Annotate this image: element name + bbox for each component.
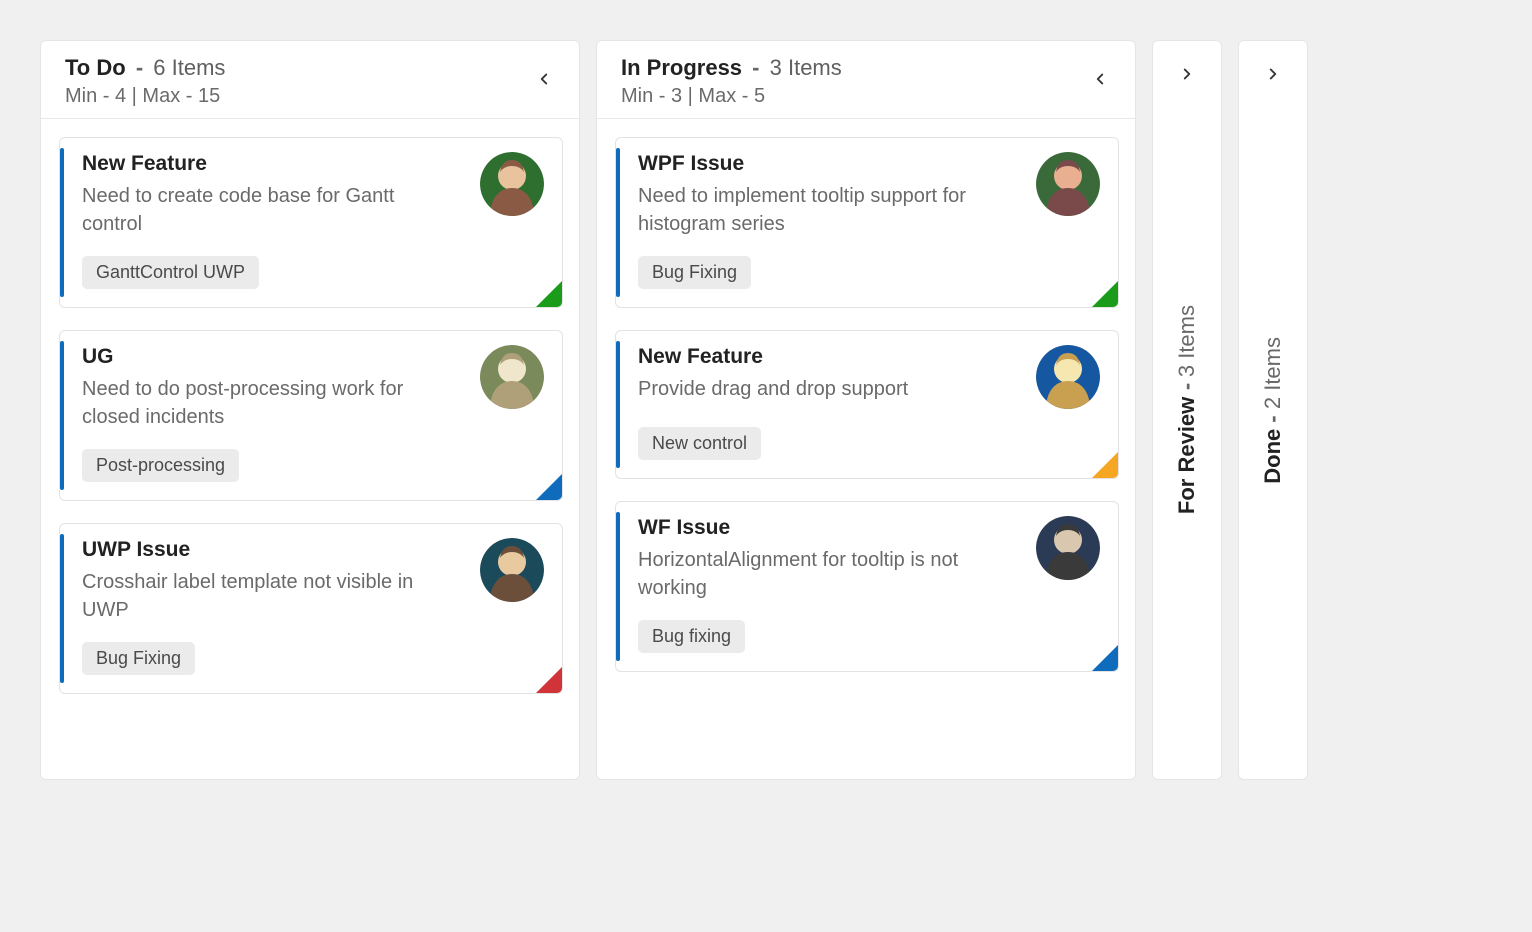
card-tag-row: Post-processing	[82, 449, 544, 482]
card-description: Provide drag and drop support	[638, 375, 908, 403]
column-todo: To Do - 6 Items Min - 4 | Max - 15 New F…	[40, 40, 580, 780]
chevron-right-icon	[1264, 65, 1282, 88]
card-title: New Feature	[638, 345, 908, 369]
kanban-card[interactable]: New Feature Need to create code base for …	[59, 137, 563, 308]
card-title: UG	[82, 345, 442, 369]
assignee-avatar[interactable]	[1036, 152, 1100, 216]
card-title: New Feature	[82, 152, 442, 176]
card-text: New Feature Provide drag and drop support	[638, 345, 908, 403]
column-title-sep: -	[136, 55, 143, 80]
kanban-card[interactable]: WF Issue HorizontalAlignment for tooltip …	[615, 501, 1119, 672]
card-text: WF Issue HorizontalAlignment for tooltip …	[638, 516, 998, 602]
column-for-review-collapsed: For Review - 3 Items	[1152, 40, 1222, 780]
chevron-left-icon	[1091, 70, 1109, 93]
assignee-avatar[interactable]	[480, 152, 544, 216]
kanban-card[interactable]: New Feature Provide drag and drop support…	[615, 330, 1119, 479]
expand-button[interactable]	[1256, 59, 1290, 93]
kanban-card[interactable]: UWP Issue Crosshair label template not vi…	[59, 523, 563, 694]
card-description: Need to create code base for Gantt contr…	[82, 182, 442, 238]
column-title-sep: -	[1174, 384, 1199, 391]
card-tag[interactable]: Bug Fixing	[82, 642, 195, 675]
column-title-wrap: In Progress - 3 Items Min - 3 | Max - 5	[621, 55, 842, 108]
card-description: Crosshair label template not visible in …	[82, 568, 442, 624]
card-text: UWP Issue Crosshair label template not vi…	[82, 538, 442, 624]
column-title-sep: -	[752, 55, 759, 80]
expand-button[interactable]	[1170, 59, 1204, 93]
card-tag[interactable]: Post-processing	[82, 449, 239, 482]
column-title-line: To Do - 6 Items	[65, 55, 225, 81]
card-list-todo[interactable]: New Feature Need to create code base for …	[41, 119, 579, 779]
card-head: WPF Issue Need to implement tooltip suppo…	[638, 152, 1100, 238]
card-text: WPF Issue Need to implement tooltip suppo…	[638, 152, 998, 238]
priority-corner-icon	[1092, 281, 1118, 307]
column-title: For Review	[1174, 397, 1199, 514]
card-title: WPF Issue	[638, 152, 998, 176]
column-title-sep: -	[1260, 415, 1285, 422]
column-count: 6 Items	[153, 55, 225, 80]
collapse-button[interactable]	[1083, 65, 1117, 99]
card-head: New Feature Need to create code base for …	[82, 152, 544, 238]
card-tag[interactable]: Bug fixing	[638, 620, 745, 653]
collapsed-column-label: For Review - 3 Items	[1174, 305, 1200, 514]
column-title: To Do	[65, 55, 126, 80]
card-tag[interactable]: Bug Fixing	[638, 256, 751, 289]
card-tag-row: Bug Fixing	[82, 642, 544, 675]
kanban-card[interactable]: UG Need to do post-processing work for cl…	[59, 330, 563, 501]
column-limits: Min - 3 | Max - 5	[621, 85, 842, 108]
priority-corner-icon	[1092, 645, 1118, 671]
priority-corner-icon	[1092, 452, 1118, 478]
card-tag[interactable]: New control	[638, 427, 761, 460]
card-tag-row: Bug Fixing	[638, 256, 1100, 289]
column-in-progress: In Progress - 3 Items Min - 3 | Max - 5 …	[596, 40, 1136, 780]
chevron-left-icon	[535, 70, 553, 93]
collapse-button[interactable]	[527, 65, 561, 99]
column-count: 3 Items	[1174, 305, 1199, 377]
card-tag-row: GanttControl UWP	[82, 256, 544, 289]
chevron-right-icon	[1178, 65, 1196, 88]
kanban-card[interactable]: WPF Issue Need to implement tooltip suppo…	[615, 137, 1119, 308]
column-header-todo: To Do - 6 Items Min - 4 | Max - 15	[41, 41, 579, 119]
column-title-wrap: To Do - 6 Items Min - 4 | Max - 15	[65, 55, 225, 108]
column-header-in-progress: In Progress - 3 Items Min - 3 | Max - 5	[597, 41, 1135, 119]
priority-corner-icon	[536, 667, 562, 693]
card-text: New Feature Need to create code base for …	[82, 152, 442, 238]
card-description: Need to implement tooltip support for hi…	[638, 182, 998, 238]
assignee-avatar[interactable]	[480, 538, 544, 602]
assignee-avatar[interactable]	[1036, 516, 1100, 580]
column-done-collapsed: Done - 2 Items	[1238, 40, 1308, 780]
card-head: New Feature Provide drag and drop support	[638, 345, 1100, 409]
column-title-line: In Progress - 3 Items	[621, 55, 842, 81]
card-head: WF Issue HorizontalAlignment for tooltip …	[638, 516, 1100, 602]
card-tag-row: New control	[638, 427, 1100, 460]
card-title: UWP Issue	[82, 538, 442, 562]
card-tag[interactable]: GanttControl UWP	[82, 256, 259, 289]
collapsed-column-label: Done - 2 Items	[1260, 337, 1286, 484]
card-text: UG Need to do post-processing work for cl…	[82, 345, 442, 431]
card-head: UG Need to do post-processing work for cl…	[82, 345, 544, 431]
card-tag-row: Bug fixing	[638, 620, 1100, 653]
column-count: 3 Items	[770, 55, 842, 80]
column-title: In Progress	[621, 55, 742, 80]
assignee-avatar[interactable]	[1036, 345, 1100, 409]
card-head: UWP Issue Crosshair label template not vi…	[82, 538, 544, 624]
card-list-in-progress[interactable]: WPF Issue Need to implement tooltip suppo…	[597, 119, 1135, 779]
card-description: Need to do post-processing work for clos…	[82, 375, 442, 431]
kanban-board: To Do - 6 Items Min - 4 | Max - 15 New F…	[0, 0, 1532, 820]
priority-corner-icon	[536, 474, 562, 500]
priority-corner-icon	[536, 281, 562, 307]
column-title: Done	[1260, 428, 1285, 483]
column-limits: Min - 4 | Max - 15	[65, 85, 225, 108]
assignee-avatar[interactable]	[480, 345, 544, 409]
card-title: WF Issue	[638, 516, 998, 540]
column-count: 2 Items	[1260, 337, 1285, 409]
card-description: HorizontalAlignment for tooltip is not w…	[638, 546, 998, 602]
